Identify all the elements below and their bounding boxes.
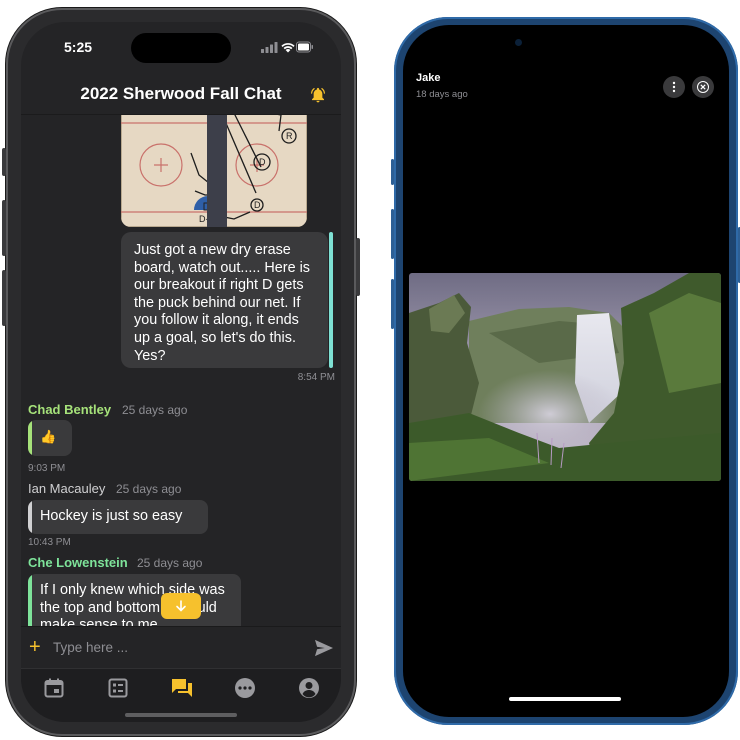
message-list[interactable]: DRD D--7 Just got a new dry erase board,… xyxy=(21,115,341,626)
home-indicator xyxy=(509,697,621,701)
outgoing-message-text: Just got a new dry erase board, watch ou… xyxy=(134,242,310,364)
svg-text:R: R xyxy=(286,131,293,141)
volume-down-button xyxy=(2,270,6,326)
right-phone-frame: Jake 18 days ago xyxy=(391,17,740,725)
incoming-message-bubble[interactable]: Hockey is just so easy xyxy=(28,500,208,534)
mute-switch xyxy=(391,159,394,185)
signal-icon xyxy=(261,42,278,53)
sender-name: Chad Bentley xyxy=(28,402,112,417)
front-camera xyxy=(515,39,522,46)
message-age: 25 days ago xyxy=(122,403,188,417)
posted-age: 18 days ago xyxy=(416,89,468,100)
battery-icon xyxy=(296,41,313,53)
roster-tab-icon[interactable] xyxy=(106,676,130,700)
volume-up-button xyxy=(391,209,394,259)
sender-name: Ian Macauley xyxy=(28,481,106,496)
photo-viewer-screen: Jake 18 days ago xyxy=(403,25,729,717)
status-time: 5:25 xyxy=(64,39,93,55)
message-accent-bar xyxy=(28,574,32,626)
incoming-message-bubble[interactable]: 👍 xyxy=(28,420,72,456)
svg-text:D: D xyxy=(254,200,261,210)
side-button xyxy=(356,238,360,296)
bell-icon[interactable] xyxy=(309,86,327,104)
outgoing-message-bubble[interactable]: Just got a new dry erase board, watch ou… xyxy=(121,232,328,368)
close-icon xyxy=(697,81,709,93)
wifi-icon xyxy=(281,43,295,53)
mute-switch xyxy=(2,148,6,176)
volume-down-button xyxy=(391,279,394,329)
more-vertical-icon xyxy=(672,81,676,93)
add-attachment-icon[interactable]: + xyxy=(29,636,41,659)
message-input[interactable] xyxy=(53,637,293,657)
incoming-message-bubble[interactable]: If I only knew which side was the top an… xyxy=(28,574,241,626)
message-age: 25 days ago xyxy=(137,556,203,570)
message-composer: + xyxy=(21,626,341,669)
incoming-message-text: Hockey is just so easy xyxy=(40,508,183,524)
message-accent-bar xyxy=(28,420,32,456)
status-bar: 5:25 xyxy=(21,22,341,72)
calendar-tab-icon[interactable] xyxy=(42,676,66,700)
incoming-message-text: 👍 xyxy=(40,429,57,444)
message-age: 25 days ago xyxy=(116,482,182,496)
send-icon[interactable] xyxy=(314,639,334,657)
close-button[interactable] xyxy=(692,76,714,98)
message-time: 9:03 PM xyxy=(28,463,66,474)
chat-screen: 5:25 2022 Sherwood Fall Chat D R D Just … xyxy=(21,22,341,722)
waterfall-image xyxy=(409,273,721,481)
whiteboard-frame xyxy=(207,115,227,227)
sender-name: Che Lowenstein xyxy=(28,555,128,570)
volume-up-button xyxy=(2,200,6,256)
more-options-button[interactable] xyxy=(663,76,685,98)
poster-name: Jake xyxy=(416,72,441,84)
outgoing-message-time: 8:54 PM xyxy=(297,372,335,383)
dynamic-island xyxy=(131,33,231,63)
home-indicator xyxy=(125,713,237,717)
more-tab-icon[interactable] xyxy=(233,676,257,700)
left-phone-frame: 5:25 2022 Sherwood Fall Chat D R D Just … xyxy=(2,8,360,736)
profile-tab-icon[interactable] xyxy=(297,676,321,700)
outgoing-message-accent xyxy=(329,232,333,368)
message-time: 10:43 PM xyxy=(28,537,71,548)
scroll-to-bottom-button[interactable] xyxy=(161,593,201,619)
chat-title: 2022 Sherwood Fall Chat xyxy=(80,84,282,103)
chat-tab-icon[interactable] xyxy=(170,676,194,700)
message-accent-bar xyxy=(28,500,32,534)
waterfall-photo[interactable] xyxy=(409,273,721,481)
svg-text:D: D xyxy=(259,157,266,167)
status-icons xyxy=(261,41,313,53)
arrow-down-icon xyxy=(176,600,186,612)
